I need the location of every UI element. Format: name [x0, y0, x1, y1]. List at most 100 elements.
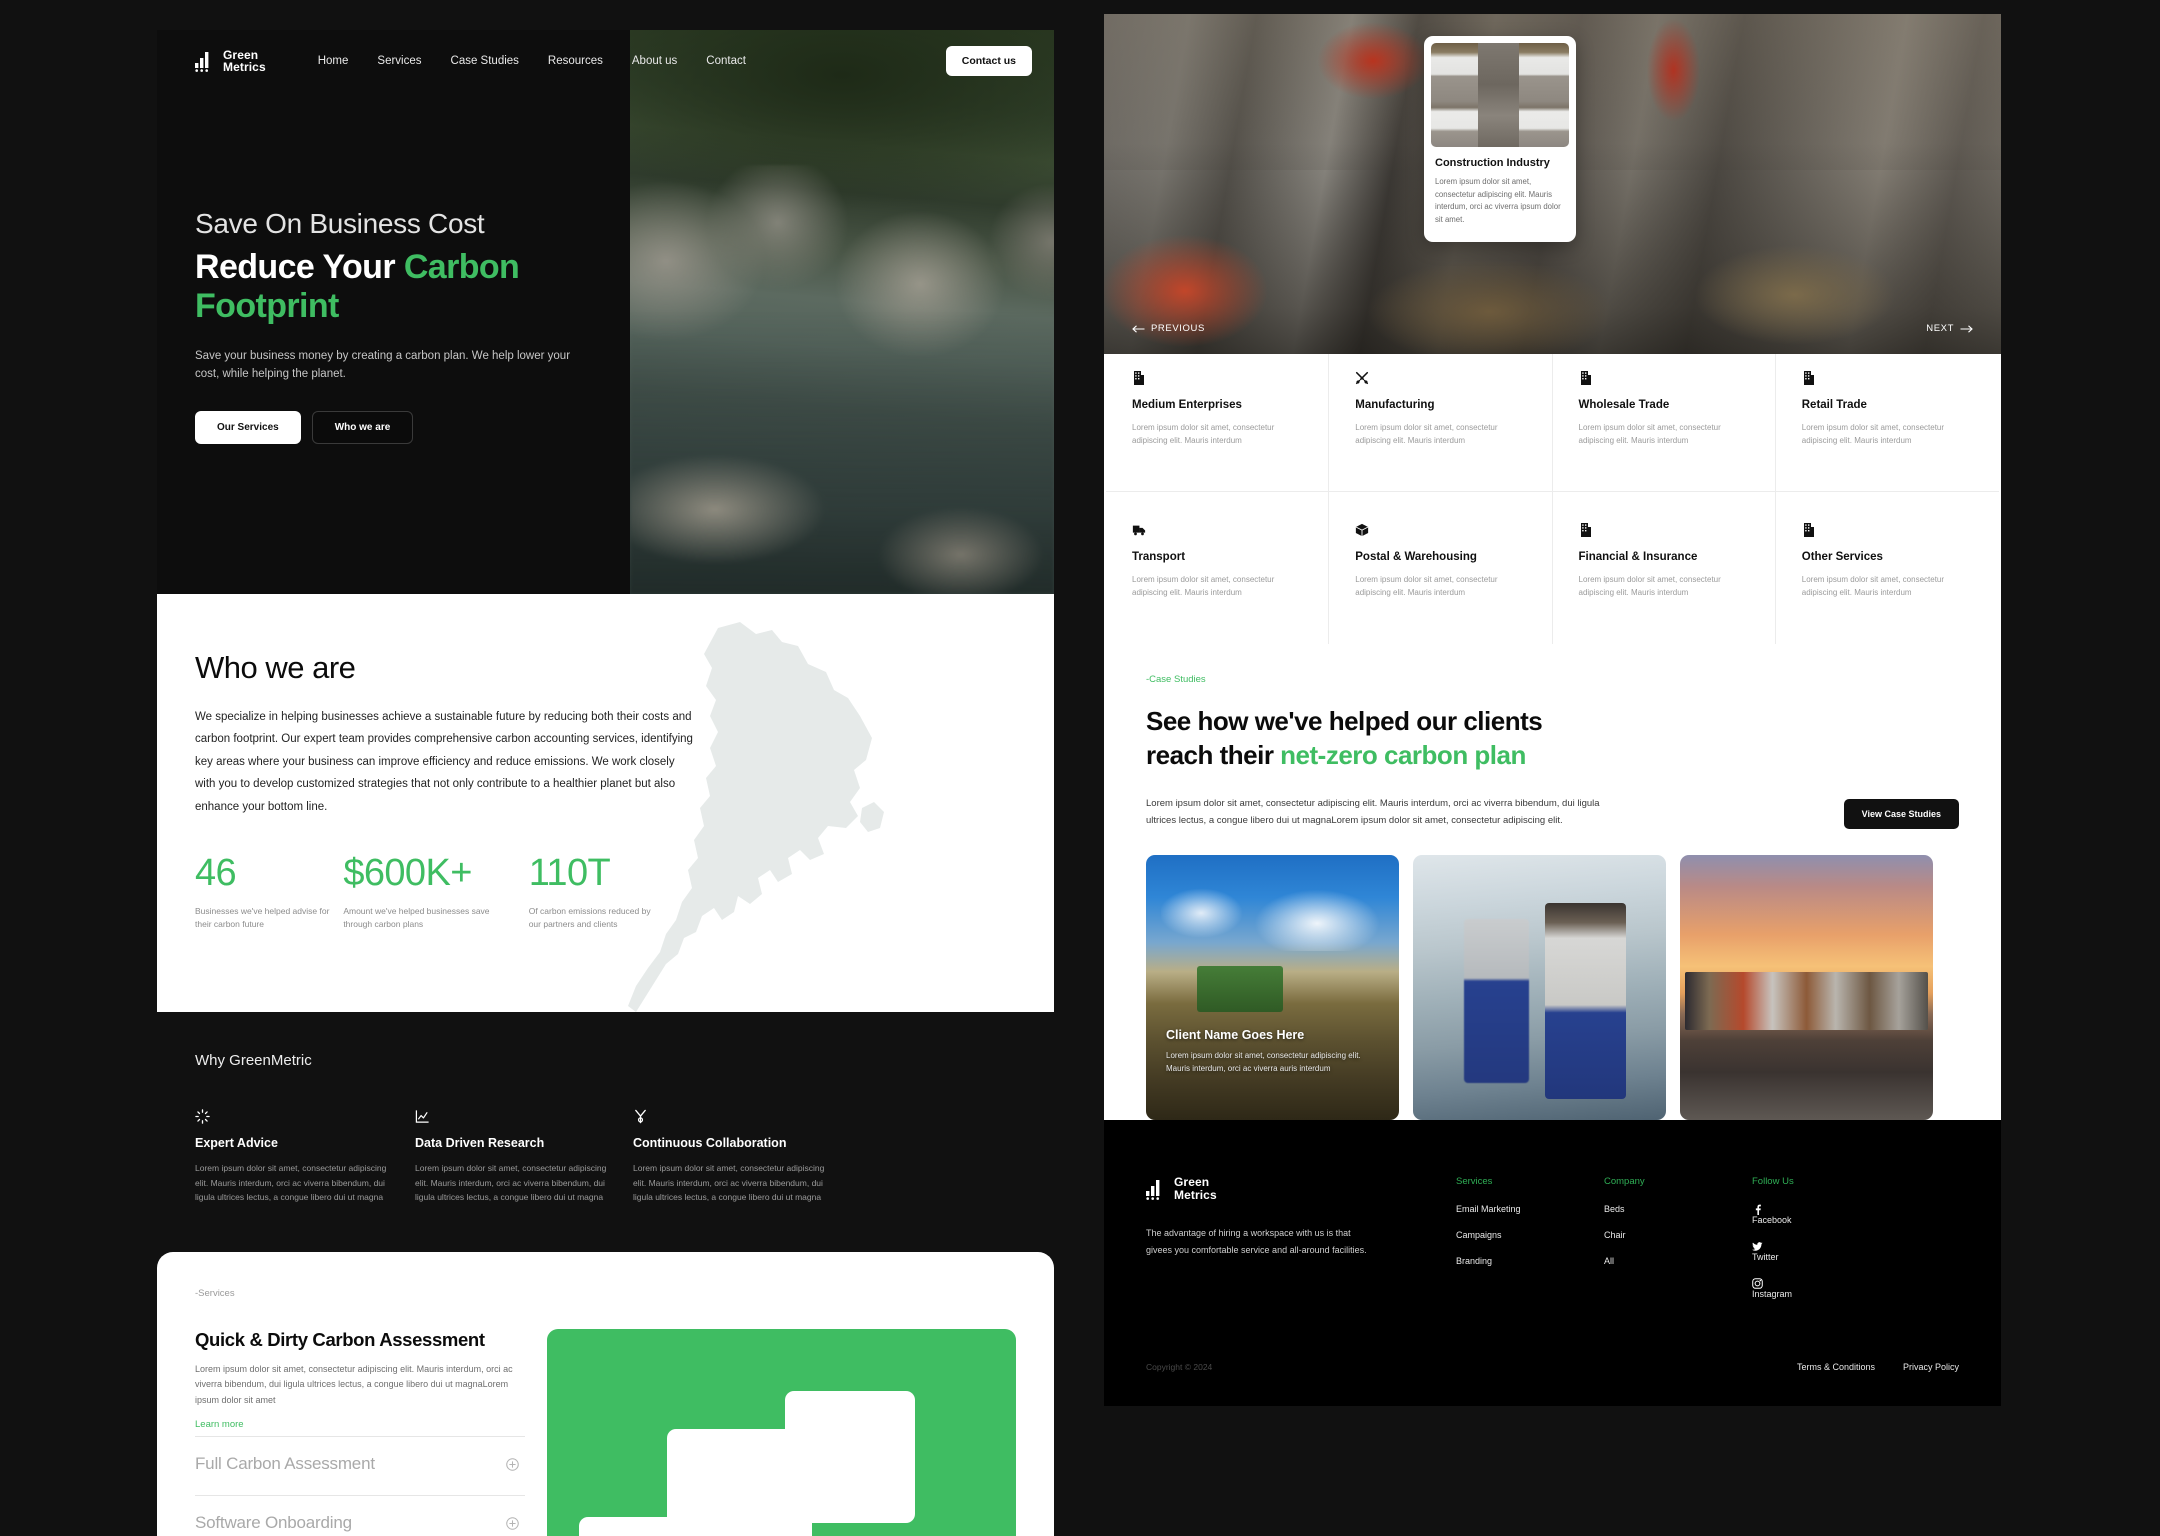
- industry-cell-manufacturing[interactable]: Manufacturing Lorem ipsum dolor sit amet…: [1329, 340, 1553, 492]
- case-studies-kicker: -Case Studies: [1146, 674, 1206, 685]
- site-footer: Green Metrics The advantage of hiring a …: [1104, 1120, 2001, 1407]
- nav-item-contact[interactable]: Contact: [706, 55, 746, 67]
- logo-bars-icon: [1146, 1179, 1160, 1200]
- industry-name: Retail Trade: [1801, 399, 1867, 411]
- nav-item-services[interactable]: Services: [377, 55, 421, 67]
- why-greenmetric-section: Why GreenMetric Expert Advice Lorem ipsu…: [157, 1012, 1054, 1252]
- why-item-heading: Continuous Collaboration: [633, 1136, 787, 1150]
- industry-cell-postal-warehousing[interactable]: Postal & Warehousing Lorem ipsum dolor s…: [1329, 492, 1553, 644]
- case-card-manufacturing[interactable]: [1413, 855, 1666, 1121]
- building-icon: [1803, 523, 1814, 537]
- footer-social-facebook[interactable]: Facebook: [1752, 1204, 1900, 1225]
- service-learn-more-link[interactable]: Learn more: [195, 1419, 244, 1430]
- case-studies-intro-row: Lorem ipsum dolor sit amet, consectetur …: [1146, 795, 1959, 830]
- stats-row: 46 Businesses we've helped advise for th…: [195, 852, 677, 931]
- industry-name: Other Services: [1801, 551, 1883, 563]
- footer-top: Green Metrics The advantage of hiring a …: [1146, 1176, 1959, 1315]
- why-greenmetric-grid: Expert Advice Lorem ipsum dolor sit amet…: [195, 1109, 1016, 1205]
- footer-privacy-link[interactable]: Privacy Policy: [1903, 1362, 1959, 1372]
- nav-item-case-studies[interactable]: Case Studies: [451, 55, 519, 67]
- stat-value: $600K+: [343, 852, 472, 895]
- case-studies-cards: Client Name Goes Here Lorem ipsum dolor …: [1146, 855, 1959, 1121]
- truck-icon: [1132, 525, 1146, 536]
- footer-column-company: Company Beds Chair All: [1604, 1176, 1752, 1315]
- industry-name: Postal & Warehousing: [1355, 551, 1477, 563]
- building-icon: [1580, 371, 1591, 385]
- who-we-are-button[interactable]: Who we are: [311, 411, 414, 445]
- why-item-body: Lorem ipsum dolor sit amet, consectetur …: [415, 1163, 607, 1203]
- footer-link-chair[interactable]: Chair: [1604, 1230, 1752, 1240]
- right-column: Construction Industry Lorem ipsum dolor …: [1104, 0, 2001, 1536]
- stat-label: Amount we've helped businesses save thro…: [343, 906, 490, 930]
- footer-social-label: Twitter: [1752, 1252, 1779, 1263]
- carousel-next-button[interactable]: NEXT: [1926, 323, 1973, 334]
- service-active-title: Quick & Dirty Carbon Assessment: [195, 1329, 485, 1350]
- case-card-overlay: Client Name Goes Here Lorem ipsum dolor …: [1146, 1028, 1399, 1120]
- footer-social-twitter[interactable]: Twitter: [1752, 1241, 1900, 1262]
- service-item-full-carbon-assessment[interactable]: Full Carbon Assessment: [195, 1436, 525, 1491]
- our-services-button[interactable]: Our Services: [195, 411, 301, 445]
- plus-circle-icon[interactable]: [506, 1458, 519, 1471]
- industry-body: Lorem ipsum dolor sit amet, consectetur …: [1578, 575, 1721, 598]
- twitter-icon: [1752, 1242, 1763, 1251]
- why-item-data-driven-research: Data Driven Research Lorem ipsum dolor s…: [415, 1109, 633, 1205]
- why-item-expert-advice: Expert Advice Lorem ipsum dolor sit amet…: [195, 1109, 415, 1205]
- hero-kicker: Save On Business Cost: [195, 208, 485, 239]
- stat-businesses-helped: 46 Businesses we've helped advise for th…: [195, 852, 343, 931]
- footer-link-beds[interactable]: Beds: [1604, 1204, 1752, 1214]
- industry-body: Lorem ipsum dolor sit amet, consectetur …: [1132, 575, 1275, 598]
- case-card-agriculture[interactable]: Client Name Goes Here Lorem ipsum dolor …: [1146, 855, 1399, 1121]
- logo[interactable]: Green Metrics: [195, 48, 266, 73]
- tools-icon: [1356, 371, 1369, 385]
- nav-item-home[interactable]: Home: [318, 55, 349, 67]
- nav-item-resources[interactable]: Resources: [548, 55, 603, 67]
- nav-item-about-us[interactable]: About us: [632, 55, 677, 67]
- industry-carousel: Construction Industry Lorem ipsum dolor …: [1104, 14, 2001, 354]
- footer-logo[interactable]: Green Metrics: [1146, 1176, 1456, 1201]
- footer-terms-link[interactable]: Terms & Conditions: [1797, 1362, 1875, 1372]
- instagram-icon: [1752, 1278, 1763, 1289]
- why-item-body: Lorem ipsum dolor sit amet, consectetur …: [633, 1163, 825, 1203]
- building-icon: [1580, 523, 1591, 537]
- industry-cell-financial-insurance[interactable]: Financial & Insurance Lorem ipsum dolor …: [1553, 492, 1776, 644]
- hero-buttons: Our Services Who we are: [195, 411, 595, 445]
- carousel-card-body: Lorem ipsum dolor sit amet, consectetur …: [1435, 177, 1561, 224]
- graphic-square: [579, 1517, 757, 1536]
- industry-cell-transport[interactable]: Transport Lorem ipsum dolor sit amet, co…: [1106, 492, 1330, 644]
- plus-circle-icon[interactable]: [506, 1517, 519, 1530]
- carousel-feature-card[interactable]: Construction Industry Lorem ipsum dolor …: [1424, 36, 1576, 242]
- logo-bars-icon: [195, 52, 209, 72]
- footer-link-branding[interactable]: Branding: [1456, 1256, 1604, 1266]
- industry-cell-medium-enterprises[interactable]: Medium Enterprises Lorem ipsum dolor sit…: [1106, 340, 1330, 492]
- footer-social-instagram[interactable]: Instagram: [1752, 1278, 1900, 1299]
- carousel-card-image: [1431, 43, 1569, 147]
- stat-amount-saved: $600K+ Amount we've helped businesses sa…: [343, 852, 528, 931]
- case-studies-body: Lorem ipsum dolor sit amet, consectetur …: [1146, 797, 1600, 826]
- view-case-studies-button[interactable]: View Case Studies: [1843, 799, 1959, 830]
- carousel-previous-button[interactable]: PREVIOUS: [1132, 323, 1205, 334]
- industry-cell-retail-trade[interactable]: Retail Trade Lorem ipsum dolor sit amet,…: [1775, 340, 1999, 492]
- industry-body: Lorem ipsum dolor sit amet, consectetur …: [1355, 575, 1498, 598]
- industry-name: Wholesale Trade: [1578, 399, 1670, 411]
- stat-value: 110T: [528, 852, 611, 895]
- contact-us-button[interactable]: Contact us: [945, 46, 1032, 76]
- footer-brand: Green Metrics The advantage of hiring a …: [1146, 1176, 1456, 1315]
- case-title-line2-pre: reach their: [1146, 739, 1281, 770]
- case-card-overlay: [1413, 1068, 1666, 1120]
- service-item-software-onboarding[interactable]: Software Onboarding: [195, 1495, 525, 1536]
- footer-link-all[interactable]: All: [1604, 1256, 1752, 1266]
- services-accordion: Quick & Dirty Carbon Assessment Lorem ip…: [195, 1329, 525, 1536]
- industry-cell-other-services[interactable]: Other Services Lorem ipsum dolor sit ame…: [1776, 492, 1999, 644]
- hero-content: Save On Business Cost Reduce Your Carbon…: [195, 208, 595, 445]
- case-card-transport[interactable]: [1680, 855, 1933, 1121]
- footer-bottom: Copyright © 2024 Terms & Conditions Priv…: [1146, 1362, 1959, 1372]
- page-root: Green Metrics Home Services Case Studies…: [0, 0, 2160, 1536]
- industry-cell-wholesale-trade[interactable]: Wholesale Trade Lorem ipsum dolor sit am…: [1552, 340, 1776, 492]
- case-card-overlay: [1680, 1068, 1933, 1120]
- footer-link-campaigns[interactable]: Campaigns: [1456, 1230, 1604, 1240]
- facebook-icon: [1755, 1204, 1761, 1216]
- footer-link-email-marketing[interactable]: Email Marketing: [1456, 1204, 1604, 1214]
- arrow-right-icon: [1960, 324, 1973, 333]
- arrow-left-icon: [1132, 324, 1145, 333]
- nav-links: Home Services Case Studies Resources Abo…: [318, 55, 746, 67]
